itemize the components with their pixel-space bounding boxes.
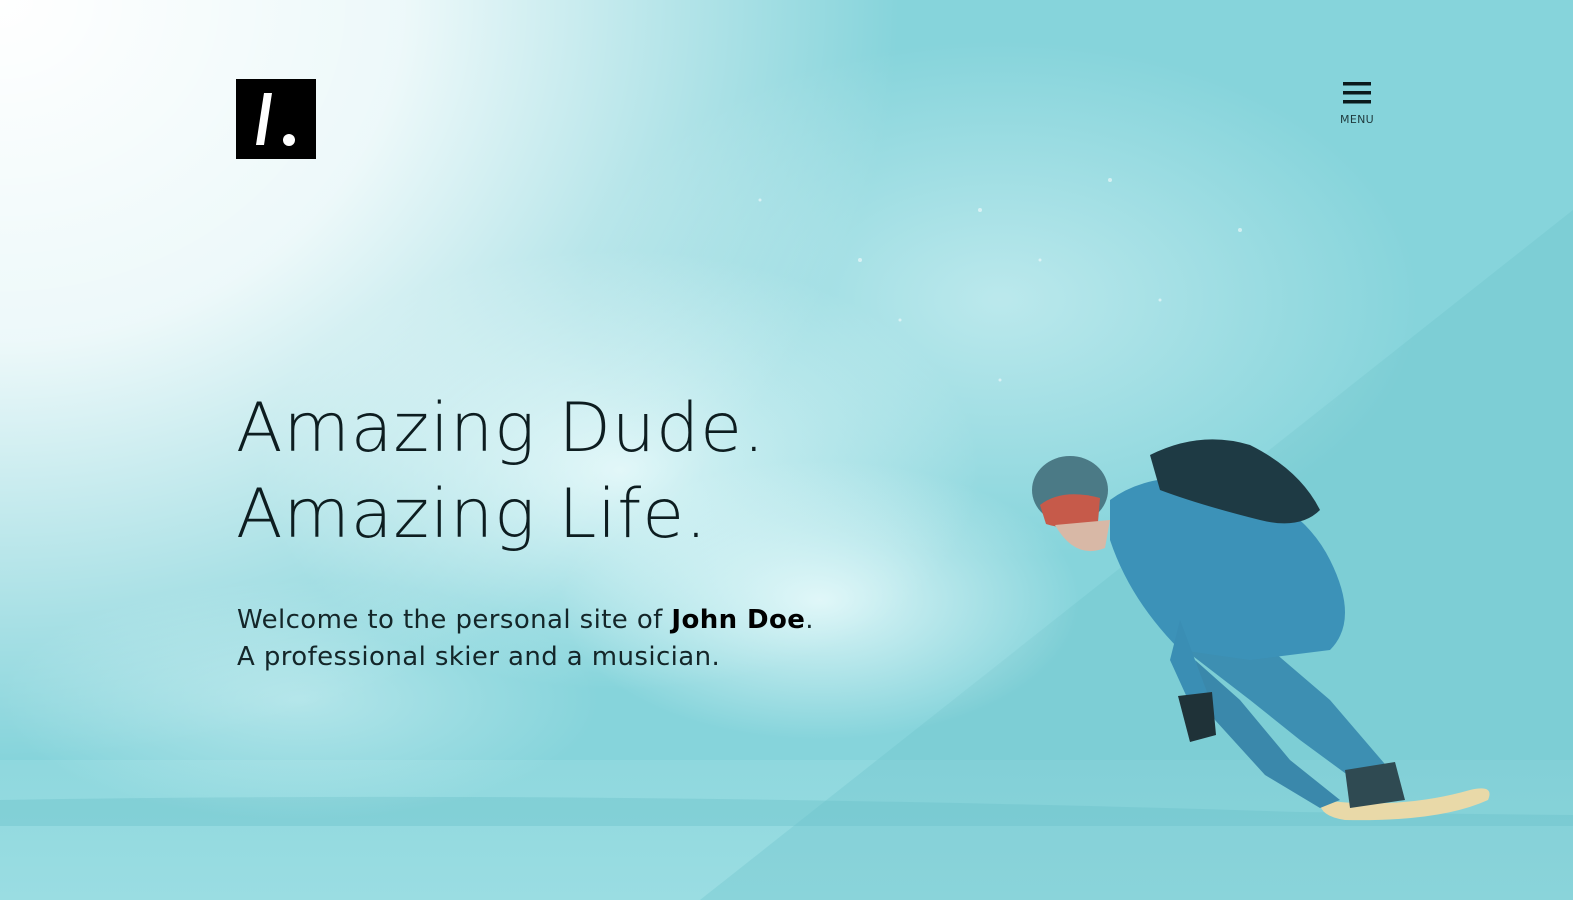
slash-dot-logo-icon: [256, 93, 295, 146]
hero-intro: Welcome to the personal site of John Doe…: [237, 602, 814, 676]
intro-line-2: A professional skier and a musician.: [237, 642, 721, 672]
headline-line-1: Amazing Dude.: [236, 389, 766, 468]
intro-name: John Doe: [671, 605, 806, 635]
site-logo[interactable]: [236, 79, 316, 159]
hero-headline: Amazing Dude. Amazing Life.: [236, 386, 766, 558]
intro-suffix: .: [805, 605, 814, 635]
headline-line-2: Amazing Life.: [236, 475, 708, 554]
menu-button[interactable]: MENU: [1336, 80, 1378, 132]
menu-label: MENU: [1340, 113, 1374, 126]
hamburger-icon: [1343, 82, 1371, 104]
hero-section: MENU Amazing Dude. Amazing Life. Welcome…: [0, 0, 1573, 900]
intro-line-1: Welcome to the personal site of John Doe…: [237, 602, 814, 639]
intro-prefix: Welcome to the personal site of: [237, 605, 672, 635]
